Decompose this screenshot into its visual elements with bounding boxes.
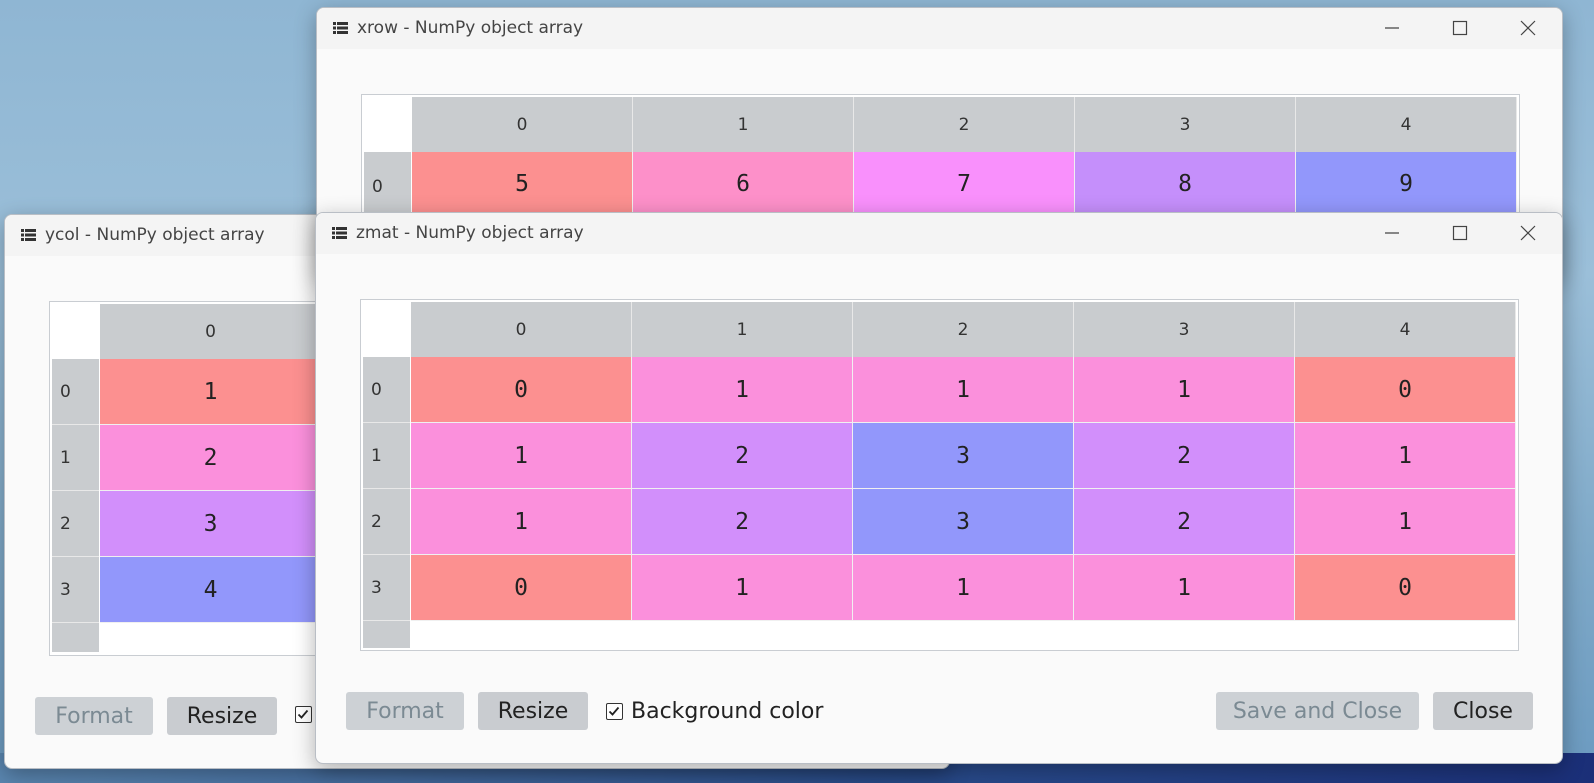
close-icon: [1520, 225, 1536, 241]
close-window-button[interactable]: [1498, 213, 1558, 254]
zmat-window: zmat - NumPy object array 0 1 2 3 4 0 1 …: [315, 212, 1563, 764]
minimize-button[interactable]: [1362, 213, 1422, 254]
grid-cell[interactable]: 0: [1295, 357, 1516, 423]
grid-cell[interactable]: 1: [853, 555, 1074, 621]
format-button[interactable]: Format: [35, 697, 153, 735]
grid-cell[interactable]: 8: [1075, 152, 1296, 216]
close-window-button[interactable]: [1498, 8, 1558, 49]
grid-cell[interactable]: 3: [100, 491, 322, 557]
grid-corner: [364, 97, 412, 152]
checkbox-box[interactable]: [295, 706, 312, 723]
resize-button[interactable]: Resize: [478, 692, 588, 730]
grid-cell[interactable]: 0: [1295, 555, 1516, 621]
row-header-1[interactable]: 1: [52, 425, 99, 491]
grid-cell[interactable]: 0: [411, 555, 632, 621]
row-header-0[interactable]: 0: [52, 359, 99, 425]
background-color-checkbox[interactable]: Background color: [606, 699, 823, 724]
grid-cell[interactable]: 2: [1074, 423, 1295, 489]
column-header-4[interactable]: 4: [1296, 97, 1517, 152]
column-header-1[interactable]: 1: [633, 97, 854, 152]
grid-cell[interactable]: 6: [633, 152, 854, 216]
window-title: xrow - NumPy object array: [357, 18, 584, 38]
table-icon: [332, 227, 347, 239]
grid-cell[interactable]: 1: [1295, 423, 1516, 489]
close-icon: [1520, 20, 1536, 36]
table-icon: [21, 229, 36, 241]
grid-cell[interactable]: 1: [632, 555, 853, 621]
checkbox-label: Background color: [631, 699, 824, 724]
grid-cell[interactable]: 1: [853, 357, 1074, 423]
maximize-icon: [1452, 20, 1468, 36]
maximize-button[interactable]: [1430, 213, 1490, 254]
minimize-icon: [1385, 232, 1399, 234]
row-header-2[interactable]: 2: [52, 491, 99, 557]
grid-cell[interactable]: 0: [411, 357, 632, 423]
grid-cell[interactable]: 9: [1296, 152, 1517, 216]
background-color-checkbox[interactable]: [295, 706, 312, 723]
save-and-close-button[interactable]: Save and Close: [1216, 692, 1419, 730]
row-header-filler: [363, 621, 410, 648]
grid-cell[interactable]: 1: [1074, 357, 1295, 423]
zmat-array-grid[interactable]: 0 1 2 3 4 0 1 2 3 0 1 1 1 0 1 2 3 2 1 1 …: [360, 299, 1519, 651]
resize-button[interactable]: Resize: [167, 697, 277, 735]
maximize-icon: [1452, 225, 1468, 241]
close-button[interactable]: Close: [1433, 692, 1533, 730]
xrow-titlebar[interactable]: xrow - NumPy object array: [317, 8, 1562, 49]
grid-corner: [52, 304, 100, 359]
column-header-1[interactable]: 1: [632, 302, 853, 357]
minimize-icon: [1385, 27, 1399, 29]
column-header-2[interactable]: 2: [854, 97, 1075, 152]
checkbox-box[interactable]: [606, 703, 623, 720]
grid-cell[interactable]: 3: [853, 423, 1074, 489]
grid-cell[interactable]: 1: [411, 423, 632, 489]
column-header-0[interactable]: 0: [411, 302, 632, 357]
grid-cell[interactable]: 4: [100, 557, 322, 623]
column-header-0[interactable]: 0: [412, 97, 633, 152]
row-header-3[interactable]: 3: [52, 557, 99, 623]
row-header-filler: [52, 623, 99, 652]
column-header-2[interactable]: 2: [853, 302, 1074, 357]
row-header-3[interactable]: 3: [363, 555, 410, 621]
grid-cell[interactable]: 1: [411, 489, 632, 555]
window-title: zmat - NumPy object array: [356, 223, 584, 243]
grid-cell[interactable]: 2: [1074, 489, 1295, 555]
window-title: ycol - NumPy object array: [45, 225, 265, 245]
column-header-0[interactable]: 0: [100, 304, 322, 359]
grid-cell[interactable]: 3: [853, 489, 1074, 555]
grid-cell[interactable]: 2: [632, 423, 853, 489]
row-header-2[interactable]: 2: [363, 489, 410, 555]
column-header-4[interactable]: 4: [1295, 302, 1516, 357]
row-header-1[interactable]: 1: [363, 423, 410, 489]
grid-cell[interactable]: 2: [632, 489, 853, 555]
maximize-button[interactable]: [1430, 8, 1490, 49]
checkmark-icon: [608, 706, 620, 716]
grid-cell[interactable]: 7: [854, 152, 1075, 216]
minimize-button[interactable]: [1362, 8, 1422, 49]
grid-cell[interactable]: 1: [632, 357, 853, 423]
row-header-0[interactable]: 0: [363, 357, 410, 423]
grid-cell[interactable]: 1: [1074, 555, 1295, 621]
table-icon: [333, 22, 348, 34]
checkmark-icon: [297, 709, 309, 719]
column-header-3[interactable]: 3: [1074, 302, 1295, 357]
grid-cell[interactable]: 1: [100, 359, 322, 425]
zmat-titlebar[interactable]: zmat - NumPy object array: [316, 213, 1562, 254]
format-button[interactable]: Format: [346, 692, 464, 730]
grid-cell[interactable]: 5: [412, 152, 633, 216]
column-header-3[interactable]: 3: [1075, 97, 1296, 152]
grid-cell[interactable]: 2: [100, 425, 322, 491]
grid-cell[interactable]: 1: [1295, 489, 1516, 555]
grid-corner: [363, 302, 411, 357]
